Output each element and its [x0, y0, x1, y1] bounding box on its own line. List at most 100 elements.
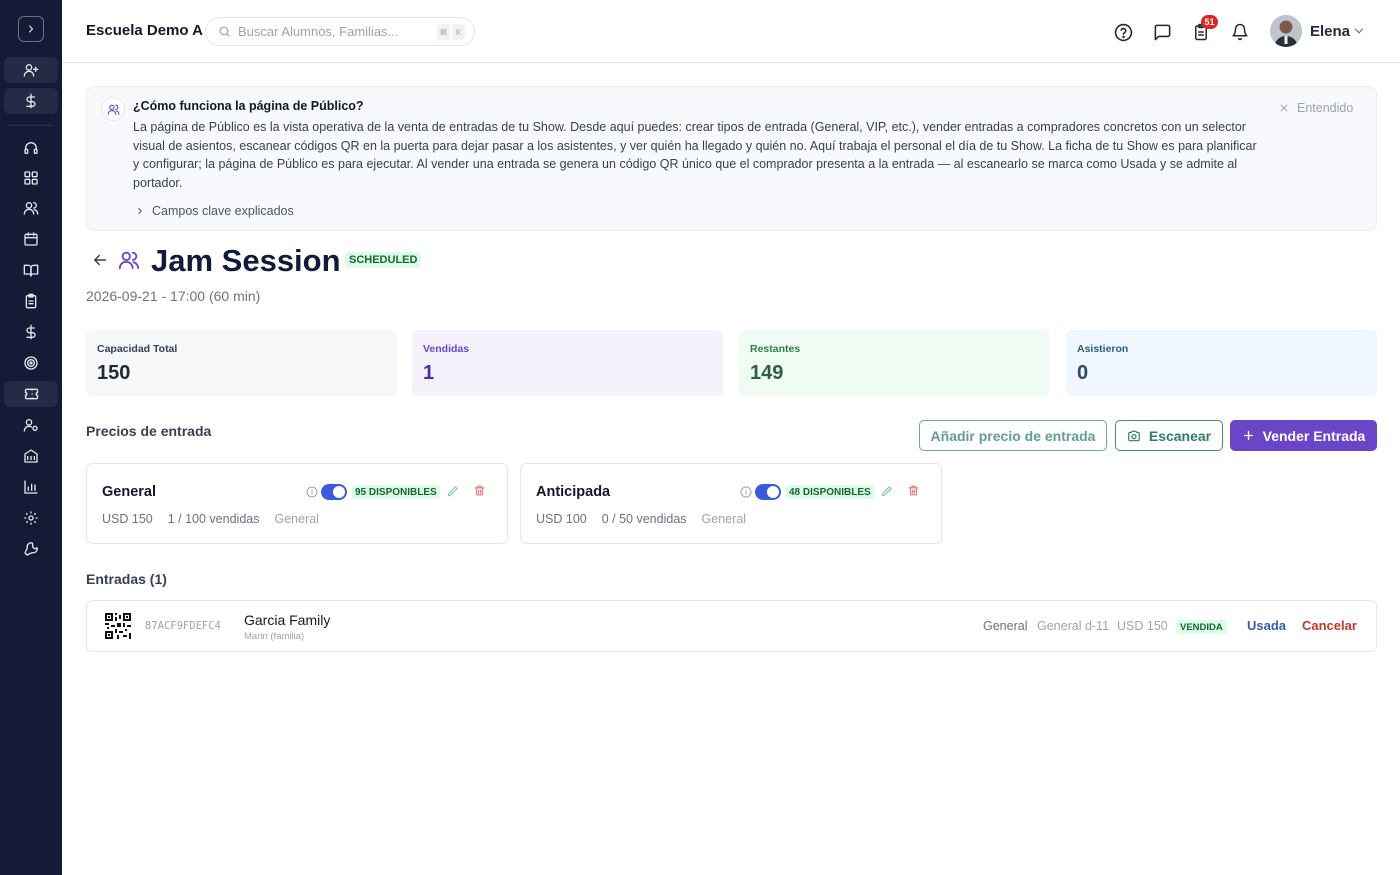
price-name: Anticipada [536, 484, 611, 500]
users-icon [23, 202, 39, 215]
pencil-icon[interactable] [880, 484, 894, 498]
sidebar-item-staff[interactable] [4, 412, 58, 438]
sidebar-item-tools[interactable] [4, 536, 58, 562]
notification-count-badge: 51 [1201, 15, 1218, 29]
info-body: La página de Público es la vista operati… [133, 120, 1257, 190]
price-category: General [701, 512, 747, 526]
stat-card-attended: Asistieron 0 [1066, 330, 1377, 396]
info-panel: ¿Cómo funciona la página de Público? La … [86, 86, 1377, 231]
help-button[interactable] [1112, 21, 1134, 43]
search-input[interactable] [238, 24, 428, 39]
book-open-icon [23, 264, 39, 277]
users-icon [107, 104, 119, 115]
help-circle-icon [1114, 23, 1132, 41]
target-icon [24, 356, 38, 370]
search-box[interactable]: ⌘ K [205, 17, 475, 46]
scan-button[interactable]: Escanear [1115, 420, 1223, 451]
user-avatar[interactable] [1270, 15, 1302, 47]
stat-value: 0 [1077, 362, 1089, 384]
sell-ticket-button[interactable]: Vender Entrada [1230, 420, 1377, 451]
trash-icon[interactable] [473, 484, 486, 497]
sidebar-item-reports[interactable] [4, 474, 58, 500]
availability-badge: 95 DISPONIBLES [352, 485, 440, 499]
cancel-ticket-link[interactable]: Cancelar [1302, 618, 1357, 633]
sell-ticket-label: Vender Entrada [1262, 427, 1366, 444]
availability-badge: 48 DISPONIBLES [786, 485, 874, 499]
top-header: Escuela Demo A ⌘ K 51 Elena [62, 0, 1400, 63]
wrench-icon [24, 542, 38, 556]
users-icon [118, 251, 140, 270]
calendar-icon [24, 232, 38, 246]
mark-used-link[interactable]: Usada [1247, 618, 1286, 633]
price-enabled-toggle[interactable] [321, 484, 347, 500]
ticket-icon [24, 388, 38, 400]
messages-button[interactable] [1151, 21, 1173, 43]
dismiss-info-button[interactable]: Entendido [1279, 101, 1353, 115]
price-name: General [102, 484, 156, 500]
user-name[interactable]: Elena [1310, 23, 1350, 40]
bell-icon [1232, 23, 1248, 41]
price-enabled-toggle[interactable] [755, 484, 781, 500]
sidebar-item-courses[interactable] [4, 257, 58, 283]
back-arrow-icon[interactable] [91, 251, 109, 269]
ticket-code: 87ACF9FDEFC4 [145, 620, 221, 632]
user-cog-icon [23, 419, 38, 432]
sidebar [0, 0, 62, 875]
price-card-anticipada: Anticipada 48 DISPONIBLES USD 100 0 / 50… [520, 463, 942, 544]
sidebar-item-support[interactable] [4, 135, 58, 161]
add-price-label: Añadir precio de entrada [930, 427, 1096, 444]
sidebar-item-people[interactable] [4, 195, 58, 221]
sidebar-item-billing[interactable] [4, 319, 58, 345]
stat-card-sold: Vendidas 1 [412, 330, 723, 396]
sidebar-item-school[interactable] [4, 443, 58, 469]
camera-icon [1128, 430, 1140, 441]
chevron-down-icon[interactable] [1352, 24, 1366, 38]
sidebar-expand-button[interactable] [18, 16, 44, 42]
dismiss-label: Entendido [1297, 101, 1354, 115]
sidebar-item-dashboard[interactable] [4, 165, 58, 191]
qr-code-icon[interactable] [105, 613, 131, 639]
sidebar-item-attendance[interactable] [4, 288, 58, 314]
add-price-button[interactable]: Añadir precio de entrada [919, 420, 1107, 451]
stat-label: Vendidas [423, 343, 470, 355]
ticket-status-badge: VENDIDA [1176, 620, 1227, 634]
info-icon[interactable] [740, 486, 752, 498]
info-icon[interactable] [306, 486, 318, 498]
stat-value: 149 [750, 362, 784, 384]
chevron-right-icon [28, 25, 34, 33]
sidebar-item-payments[interactable] [4, 88, 58, 114]
chevron-right-icon [138, 207, 142, 215]
dollar-icon [26, 93, 36, 109]
notifications-button[interactable] [1229, 21, 1251, 43]
price-amount: USD 150 [102, 512, 153, 526]
sidebar-item-calendar[interactable] [4, 226, 58, 252]
headset-icon [24, 142, 38, 154]
sidebar-item-goals[interactable] [4, 350, 58, 376]
stat-card-remaining: Restantes 149 [739, 330, 1050, 396]
sidebar-item-add-student[interactable] [4, 57, 58, 83]
stat-label: Restantes [750, 343, 801, 355]
trash-icon[interactable] [907, 484, 920, 497]
sidebar-divider [8, 125, 54, 126]
ticket-row: 87ACF9FDEFC4 Garcia Family Marin (famili… [86, 600, 1377, 652]
building-icon [24, 449, 38, 463]
sidebar-item-settings[interactable] [4, 505, 58, 531]
tickets-heading: Entradas (1) [86, 571, 167, 587]
ticket-price-type: General [983, 619, 1028, 633]
gear-icon [24, 511, 38, 525]
bar-chart-icon [24, 480, 38, 494]
ticket-buyer-sub: Marin (familia) [244, 631, 305, 642]
page-title: Jam Session [151, 243, 341, 278]
price-card-general: General 95 DISPONIBLES USD 150 1 / 100 v… [86, 463, 508, 544]
key-fields-expander[interactable]: Campos clave explicados [135, 204, 294, 218]
sidebar-item-tickets[interactable] [4, 381, 58, 407]
pencil-icon[interactable] [446, 484, 460, 498]
close-icon [1280, 104, 1288, 112]
user-plus-icon [23, 63, 39, 77]
grid-icon [24, 171, 38, 185]
stat-card-capacity: Capacidad Total 150 [86, 330, 397, 396]
stat-value: 1 [423, 362, 435, 384]
shortcut-key-k: K [452, 24, 465, 40]
ticket-seat: General d-11 [1037, 619, 1110, 633]
price-amount: USD 100 [536, 512, 587, 526]
